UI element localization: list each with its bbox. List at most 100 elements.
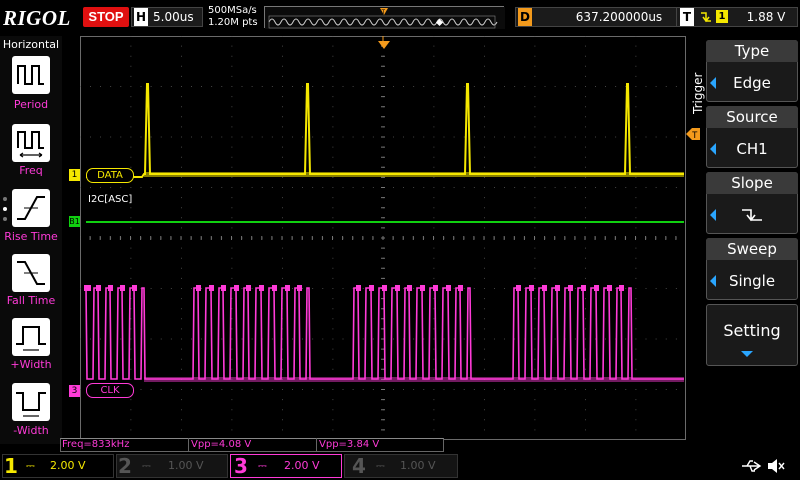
clk-high-dot: [407, 285, 412, 291]
channel-2-number: 2: [118, 454, 132, 478]
measurement-vpp-2: Vpp=3.84 V: [316, 438, 442, 452]
dc-coupling-icon: ⎓: [376, 459, 385, 472]
clk-high-dot: [285, 285, 290, 291]
clk-high-dot: [246, 285, 251, 291]
clk-high-dot: [542, 285, 547, 291]
clk-high-dot: [516, 285, 521, 291]
clk-high-dot: [234, 285, 239, 291]
rise-time-label: Rise Time: [4, 230, 58, 243]
frequency-button[interactable]: [12, 124, 50, 162]
waveform-grid: [80, 36, 686, 440]
rise-time-button[interactable]: [12, 189, 50, 227]
dc-coupling-icon: ⎓: [142, 459, 151, 472]
speaker-muted-icon[interactable]: [766, 457, 786, 475]
negative-width-button[interactable]: [12, 383, 50, 421]
channel-4-number: 4: [352, 454, 366, 478]
negative-width-label: -Width: [13, 424, 49, 437]
clk-high-dot: [382, 285, 387, 291]
brand-logo: RIGOL: [3, 6, 71, 30]
clk-high-dot: [446, 285, 451, 291]
frequency-icon: [17, 131, 44, 158]
clk-high-dot: [132, 285, 137, 291]
clk-high-dot: [108, 285, 113, 291]
fall-time-button[interactable]: [12, 254, 50, 292]
dc-coupling-icon: ⎓: [258, 459, 267, 472]
trigger-type-header: Type: [706, 40, 798, 62]
svg-text:T: T: [382, 10, 386, 16]
chevron-down-icon: [741, 351, 753, 357]
trigger-source: 1: [716, 10, 728, 23]
trigger-position-icon: [378, 36, 390, 49]
bus-marker[interactable]: B1: [69, 216, 80, 227]
clk-high-dot: [86, 285, 91, 291]
trigger-slope-header: Slope: [706, 172, 798, 194]
clk-high-dot: [555, 285, 560, 291]
clk-high-dot: [458, 285, 463, 291]
clk-high-dot: [120, 285, 125, 291]
channel-1-scale: 2.00 V: [50, 459, 86, 472]
trigger-label: T: [680, 8, 694, 26]
clk-trace-noise: [144, 377, 684, 382]
measurement-frequency: Freq=833kHz: [62, 439, 130, 450]
measurement-vpp-1: Vpp=4.08 V: [188, 438, 316, 452]
sample-rate: 500MSa/s: [208, 5, 257, 16]
clk-high-dot: [356, 285, 361, 291]
positive-width-button[interactable]: [12, 318, 50, 356]
channel-2-scale: 1.00 V: [168, 459, 204, 472]
delay-value: 637.200000us: [575, 10, 663, 24]
waveform-display[interactable]: [80, 36, 686, 440]
data-channel-label: DATA: [86, 168, 134, 183]
clk-high-dot: [568, 285, 573, 291]
channel-3-number: 3: [234, 454, 248, 478]
period-button[interactable]: [12, 56, 50, 94]
data-trace-noise: [144, 172, 684, 177]
ch3-ground-marker[interactable]: 3: [69, 385, 80, 397]
trigger-level-marker[interactable]: T: [686, 125, 700, 140]
channel-3-scale: 2.00 V: [284, 459, 320, 472]
timebase-value: 5.00us: [153, 10, 194, 24]
memory-overview-bar[interactable]: T: [264, 6, 505, 29]
clk-high-dot: [272, 285, 277, 291]
clk-high-dot: [297, 285, 302, 291]
trigger-sweep-header: Sweep: [706, 238, 798, 260]
left-menu-title: Horizontal: [2, 38, 60, 51]
clk-high-dot: [619, 285, 624, 291]
i2c-bus-label: I2C[ASC]: [88, 194, 133, 205]
usb-icon: [742, 460, 762, 472]
dc-coupling-icon: ⎓: [26, 459, 35, 472]
frequency-label: Freq: [19, 164, 43, 177]
run-stop-indicator[interactable]: STOP: [83, 7, 129, 27]
page-indicator-dots: [1, 195, 9, 235]
horizontal-label: H: [134, 8, 148, 26]
svg-text:T: T: [692, 130, 698, 140]
memory-overview-waveform: T: [265, 7, 505, 29]
trigger-sweep-arrow-icon: [710, 275, 716, 287]
rise-time-icon: [17, 196, 45, 220]
fall-time-icon: [17, 261, 45, 285]
positive-width-icon: [16, 326, 46, 351]
trigger-level: 1.88 V: [746, 10, 786, 24]
positive-width-label: +Width: [10, 358, 52, 371]
clk-high-dot: [581, 285, 586, 291]
negative-width-icon: [16, 392, 46, 417]
clk-trace: [85, 287, 684, 380]
channel-4-scale: 1.00 V: [400, 459, 436, 472]
trigger-source-arrow-icon: [710, 143, 716, 155]
clk-high-dot: [221, 285, 226, 291]
trigger-sweep-value: Single: [728, 272, 776, 290]
trigger-source-header: Source: [706, 106, 798, 128]
clk-high-dot: [395, 285, 400, 291]
delay-label: D: [518, 8, 532, 26]
sample-rate-info: 500MSa/s 1.20M pts: [208, 5, 266, 31]
trigger-setting-label: Setting: [723, 321, 781, 340]
clk-high-dot: [369, 285, 374, 291]
clk-high-dot: [594, 285, 599, 291]
clk-channel-label: CLK: [86, 383, 134, 398]
svg-text:Trigger: Trigger: [691, 73, 705, 115]
ch1-ground-marker[interactable]: 1: [69, 169, 80, 181]
trigger-edge-icon: [699, 7, 713, 27]
period-icon: [17, 65, 44, 85]
clk-high-dot: [196, 285, 201, 291]
clk-high-dot: [607, 285, 612, 291]
trigger-source-value: CH1: [736, 140, 768, 158]
